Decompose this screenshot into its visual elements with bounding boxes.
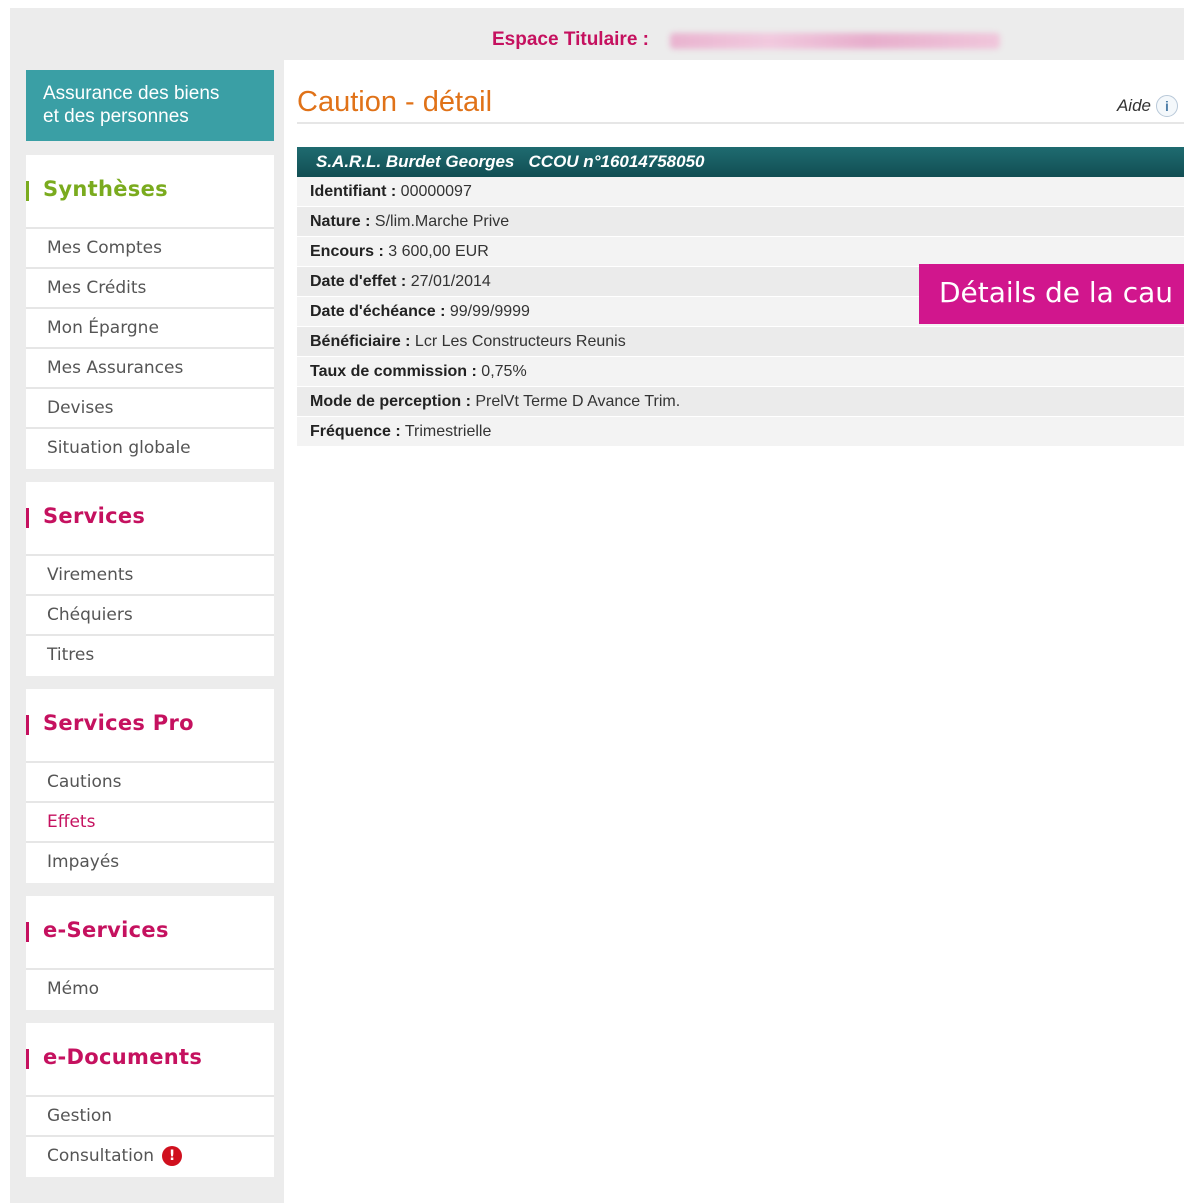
sidebar-item-situation-globale[interactable]: Situation globale: [26, 429, 274, 469]
row-label: Identifiant :: [310, 183, 397, 200]
section-marker: [26, 508, 29, 528]
table-row: Mode de perception : PrelVt Terme D Avan…: [297, 387, 1184, 417]
section-title-syntheses: Synthèses: [43, 177, 168, 201]
overlay-caption: Détails de la cau: [919, 264, 1184, 324]
row-value: 3 600,00 EUR: [383, 243, 489, 260]
help-label: Aide: [1116, 96, 1151, 115]
title-divider: [297, 122, 1184, 124]
row-value: S/lim.Marche Prive: [370, 213, 510, 230]
sidebar-item-titres[interactable]: Titres: [26, 636, 274, 676]
page-title: Caution - détail: [297, 86, 493, 118]
sidebar-item-impayes[interactable]: Impayés: [26, 843, 274, 883]
menu-section-services-pro: Services Pro Cautions Effets Impayés: [26, 689, 274, 883]
menu-section-header: Synthèses: [26, 155, 274, 229]
row-value: 00000097: [396, 183, 472, 200]
sidebar-item-effets[interactable]: Effets: [26, 803, 274, 843]
row-label: Nature :: [310, 213, 371, 230]
info-icon: i: [1156, 95, 1178, 117]
table-row: Taux de commission : 0,75%: [297, 357, 1184, 387]
menu-section-header: e-Documents: [26, 1023, 274, 1097]
menu-section-e-services: e-Services Mémo: [26, 896, 274, 1010]
row-label: Date d'échéance :: [310, 303, 446, 320]
sidebar: Assurance des biens et des personnes Syn…: [10, 60, 284, 1203]
row-label: Fréquence :: [310, 423, 401, 440]
row-label: Bénéficiaire :: [310, 333, 411, 350]
row-value: 99/99/9999: [445, 303, 530, 320]
menu-section-header: Services: [26, 482, 274, 556]
sidebar-item-mon-epargne[interactable]: Mon Épargne: [26, 309, 274, 349]
table-row: Fréquence : Trimestrielle: [297, 417, 1184, 447]
section-title-e-documents: e-Documents: [43, 1045, 203, 1069]
menu-section-header: e-Services: [26, 896, 274, 970]
brand-line-1: Assurance des biens: [43, 83, 220, 104]
account-holder-name-blurred: [670, 33, 1000, 49]
row-value: Lcr Les Constructeurs Reunis: [410, 333, 626, 350]
menu-section-header: Services Pro: [26, 689, 274, 763]
sidebar-item-memo[interactable]: Mémo: [26, 970, 274, 1010]
menu-section-services: Services Virements Chéquiers Titres: [26, 482, 274, 676]
table-row: Nature : S/lim.Marche Prive: [297, 207, 1184, 237]
table-header: S.A.R.L. Burdet Georges CCOU n°160147580…: [297, 147, 1184, 177]
menu-section-syntheses: Synthèses Mes Comptes Mes Crédits Mon Ép…: [26, 155, 274, 469]
sidebar-item-chequiers[interactable]: Chéquiers: [26, 596, 274, 636]
account-space-title: Espace Titulaire :: [492, 29, 649, 50]
row-label: Taux de commission :: [310, 363, 477, 380]
row-label: Encours :: [310, 243, 384, 260]
section-title-services-pro: Services Pro: [43, 711, 194, 735]
top-bar: Espace Titulaire :: [10, 8, 1184, 60]
sidebar-item-gestion[interactable]: Gestion: [26, 1097, 274, 1137]
sidebar-item-cautions[interactable]: Cautions: [26, 763, 274, 803]
row-label: Date d'effet :: [310, 273, 407, 290]
table-row: Encours : 3 600,00 EUR: [297, 237, 1184, 267]
sidebar-item-mes-comptes[interactable]: Mes Comptes: [26, 229, 274, 269]
menu-section-e-documents: e-Documents Gestion Consultation!: [26, 1023, 274, 1177]
section-title-services: Services: [43, 504, 146, 528]
row-value: 0,75%: [476, 363, 527, 380]
brand-line-2: et des personnes: [43, 106, 189, 127]
sidebar-item-devises[interactable]: Devises: [26, 389, 274, 429]
sidebar-item-mes-credits[interactable]: Mes Crédits: [26, 269, 274, 309]
section-title-e-services: e-Services: [43, 918, 169, 942]
table-row: Bénéficiaire : Lcr Les Constructeurs Reu…: [297, 327, 1184, 357]
sidebar-item-mes-assurances[interactable]: Mes Assurances: [26, 349, 274, 389]
row-value: PrelVt Terme D Avance Trim.: [470, 393, 681, 410]
row-value: Trimestrielle: [400, 423, 492, 440]
main-content: Caution - détail Aide i S.A.R.L. Burdet …: [284, 60, 1184, 1203]
table-row: Identifiant : 00000097: [297, 177, 1184, 207]
sidebar-item-virements[interactable]: Virements: [26, 556, 274, 596]
brand-link-insurance[interactable]: Assurance des biens et des personnes: [26, 70, 274, 141]
help-link[interactable]: Aide i: [1117, 95, 1178, 117]
row-label: Mode de perception :: [310, 393, 471, 410]
section-marker: [26, 1049, 29, 1069]
section-marker: [26, 181, 29, 201]
sidebar-item-consultation[interactable]: Consultation!: [26, 1137, 274, 1177]
row-value: 27/01/2014: [406, 273, 491, 290]
alert-icon: !: [162, 1146, 183, 1166]
section-marker: [26, 715, 29, 735]
section-marker: [26, 922, 29, 942]
sidebar-item-label: Consultation: [47, 1146, 155, 1166]
